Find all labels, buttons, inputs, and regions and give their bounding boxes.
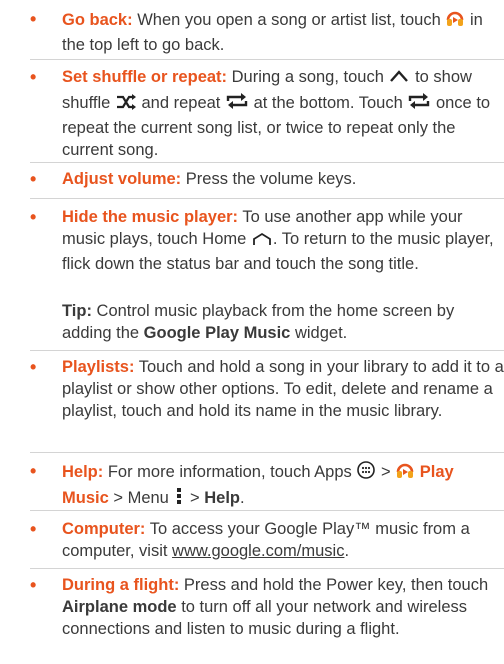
music-link[interactable]: www.google.com/music [172, 542, 344, 560]
page: • Go back: When you open a song or artis… [0, 0, 504, 664]
divider [30, 452, 504, 453]
chevron-up-icon [388, 67, 410, 91]
list-item-hide-player: • Hide the music player: To use another … [30, 206, 504, 275]
item-heading: During a flight: [62, 576, 180, 594]
tip-text: widget. [290, 324, 348, 342]
bullet: • [30, 461, 37, 481]
item-text: at the bottom. Touch [248, 94, 408, 112]
item-heading: Hide the music player: [62, 208, 239, 226]
list-item-shuffle-repeat: • Set shuffle or repeat: During a song, … [30, 66, 504, 161]
bullet: • [30, 169, 37, 189]
headphones-icon [445, 8, 465, 34]
airplane-mode-label: Airplane mode [62, 598, 177, 616]
menu-icon [173, 486, 185, 512]
divider [30, 59, 504, 60]
bullet: • [30, 357, 37, 377]
item-heading: Help: [62, 463, 104, 481]
tip-label: Tip: [62, 302, 92, 320]
item-text: For more information, touch Apps [103, 463, 357, 481]
item-heading: Set shuffle or repeat: [62, 68, 228, 86]
item-text: > Menu [108, 489, 174, 507]
bullet: • [30, 519, 37, 539]
item-text: > [376, 463, 396, 481]
item-text: . [344, 542, 350, 560]
item-heading: Playlists: [62, 358, 135, 376]
divider [30, 568, 504, 569]
item-text: Press and hold the Power key, then touch [179, 576, 489, 594]
item-text: During a song, touch [227, 68, 389, 86]
repeat-icon [407, 91, 431, 117]
list-item-computer: • Computer: To access your Google Play™ … [30, 518, 504, 562]
bullet: • [30, 207, 37, 227]
divider [30, 162, 504, 163]
apps-icon [356, 460, 376, 486]
item-text: Press the volume keys. [181, 170, 357, 188]
item-heading: Adjust volume: [62, 170, 182, 188]
list-item-go-back: • Go back: When you open a song or artis… [30, 8, 504, 56]
home-icon [251, 231, 273, 253]
divider [30, 198, 504, 199]
item-heading: Go back: [62, 11, 133, 29]
list-item-help: • Help: For more information, touch Apps… [30, 460, 504, 512]
bullet: • [30, 9, 37, 29]
item-text: and repeat [136, 94, 225, 112]
tip-paragraph: Tip: Control music playback from the hom… [62, 300, 504, 344]
divider [30, 510, 504, 511]
list-item-adjust-volume: • Adjust volume: Press the volume keys. [30, 168, 504, 190]
item-heading: Computer: [62, 520, 146, 538]
item-text: When you open a song or artist list, tou… [132, 11, 446, 29]
tip-widget-name: Google Play Music [143, 324, 291, 342]
bullet: • [30, 575, 37, 595]
repeat-icon [225, 91, 249, 117]
list-item-playlists: • Playlists: Touch and hold a song in yo… [30, 356, 504, 422]
list-item-during-flight: • During a flight: Press and hold the Po… [30, 574, 504, 640]
item-text: . [240, 489, 245, 507]
divider [30, 350, 504, 351]
shuffle-icon [115, 93, 137, 117]
help-label: Help [204, 489, 241, 507]
item-text: > [185, 489, 205, 507]
play-music-icon [395, 460, 415, 486]
bullet: • [30, 67, 37, 87]
